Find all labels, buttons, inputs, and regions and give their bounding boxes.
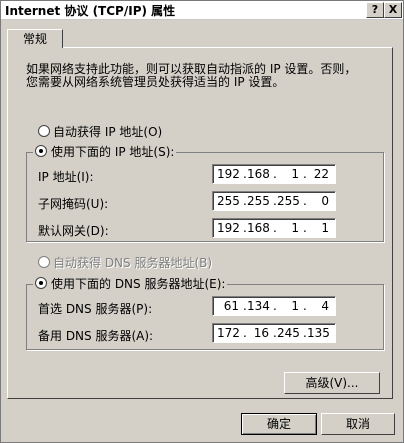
ip-octet: 1 bbox=[321, 221, 329, 235]
alternate-dns-input[interactable]: 172 . 16 . 245 . 135 bbox=[212, 323, 336, 343]
radio-manual-ip[interactable] bbox=[35, 145, 47, 157]
ip-octet: 168 bbox=[247, 221, 270, 235]
manual-dns-label[interactable]: 使用下面的 DNS 服务器地址(E): bbox=[51, 277, 225, 291]
ip-octet: 192 bbox=[217, 221, 240, 235]
intro-line-2: 您需要从网络系统管理员处获得适当的 IP 设置。 bbox=[26, 75, 285, 89]
ip-address-label: IP 地址(I): bbox=[38, 170, 94, 184]
ip-octet: 255 bbox=[247, 194, 270, 208]
radio-auto-ip[interactable] bbox=[38, 125, 50, 137]
ip-octet: 0 bbox=[321, 194, 329, 208]
ip-octet: 192 bbox=[217, 167, 240, 181]
ip-octet: 1 bbox=[291, 167, 299, 181]
radio-auto-dns[interactable] bbox=[38, 256, 50, 268]
preferred-dns-input[interactable]: 61 . 134 . 1 . 4 bbox=[212, 296, 336, 316]
tcpip-properties-dialog: Internet 协议 (TCP/IP) 属性 ? X 常规 如果网络支持此功能… bbox=[0, 0, 404, 443]
window-title: Internet 协议 (TCP/IP) 属性 bbox=[5, 4, 176, 18]
ip-group-legend: 使用下面的 IP 地址(S): bbox=[33, 143, 177, 160]
ip-octet: 1 bbox=[291, 221, 299, 235]
help-button[interactable]: ? bbox=[366, 2, 384, 18]
general-panel: 如果网络支持此功能，则可以获取自动指派的 IP 设置。否则， 您需要从网络系统管… bbox=[7, 47, 393, 399]
auto-ip-label[interactable]: 自动获得 IP 地址(O) bbox=[53, 123, 162, 140]
ip-octet: 16 bbox=[253, 326, 269, 340]
preferred-dns-label: 首选 DNS 服务器(P): bbox=[38, 302, 153, 316]
ip-octet: 168 bbox=[247, 167, 270, 181]
default-gateway-label: 默认网关(D): bbox=[38, 224, 109, 238]
ip-octet: 255 bbox=[277, 194, 300, 208]
ip-octet: 1 bbox=[291, 299, 299, 313]
ip-octet: 61 bbox=[223, 299, 239, 313]
manual-ip-label[interactable]: 使用下面的 IP 地址(S): bbox=[51, 145, 174, 159]
advanced-button[interactable]: 高级(V)... bbox=[284, 372, 380, 394]
ip-octet: 4 bbox=[321, 299, 329, 313]
close-button[interactable]: X bbox=[384, 2, 402, 18]
subnet-mask-input[interactable]: 255 . 255 . 255 . 0 bbox=[212, 191, 336, 211]
subnet-mask-label: 子网掩码(U): bbox=[38, 197, 109, 211]
ip-address-input[interactable]: 192 . 168 . 1 . 22 bbox=[212, 164, 336, 184]
radio-manual-dns[interactable] bbox=[35, 277, 47, 289]
ip-octet: 22 bbox=[313, 167, 329, 181]
cancel-button[interactable]: 取消 bbox=[321, 413, 395, 435]
tab-general[interactable]: 常规 bbox=[7, 29, 63, 48]
ok-button[interactable]: 确定 bbox=[241, 413, 317, 435]
ip-octet: 135 bbox=[307, 326, 330, 340]
ip-octet: 172 bbox=[217, 326, 240, 340]
default-gateway-input[interactable]: 192 . 168 . 1 . 1 bbox=[212, 218, 336, 238]
alternate-dns-label: 备用 DNS 服务器(A): bbox=[38, 329, 154, 343]
ip-octet: 134 bbox=[247, 299, 270, 313]
auto-dns-label: 自动获得 DNS 服务器地址(B) bbox=[53, 256, 213, 270]
ip-octet: 245 bbox=[277, 326, 300, 340]
dns-group-legend: 使用下面的 DNS 服务器地址(E): bbox=[33, 275, 228, 292]
title-bar: Internet 协议 (TCP/IP) 属性 ? X bbox=[1, 1, 403, 20]
ip-octet: 255 bbox=[217, 194, 240, 208]
